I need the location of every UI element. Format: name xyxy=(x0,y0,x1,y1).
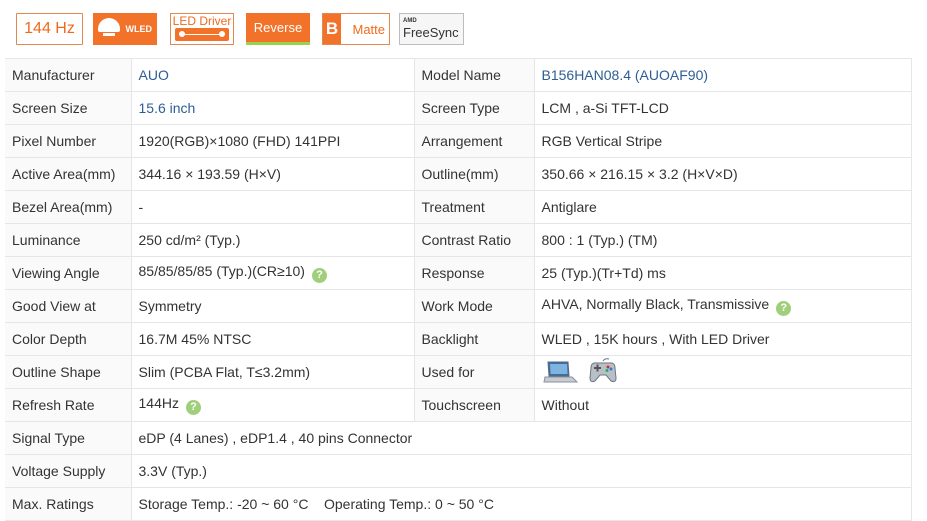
table-row: Luminance 250 cd/m² (Typ.) Contrast Rati… xyxy=(5,223,912,257)
spec-label: Color Depth xyxy=(5,322,132,356)
spec-label: Outline(mm) xyxy=(414,157,535,191)
spec-label: Response xyxy=(414,256,535,290)
table-row: Pixel Number 1920(RGB)×1080 (FHD) 141PPI… xyxy=(5,124,912,158)
spec-value: WLED , 15K hours , With LED Driver xyxy=(534,322,912,356)
table-row: Signal Type eDP (4 Lanes) , eDP1.4 , 40 … xyxy=(5,421,912,455)
table-row: Max. Ratings Storage Temp.: -20 ~ 60 °C … xyxy=(5,487,912,521)
led-driver-badge: LED Driver xyxy=(170,13,234,45)
table-row: Refresh Rate 144Hz? Touchscreen Without xyxy=(5,388,912,422)
spec-value: 1920(RGB)×1080 (FHD) 141PPI xyxy=(131,124,415,158)
spec-value: 85/85/85/85 (Typ.)(CR≥10)? xyxy=(131,256,415,290)
spec-value: eDP (4 Lanes) , eDP1.4 , 40 pins Connect… xyxy=(131,421,912,455)
screen-size-link[interactable]: 15.6 inch xyxy=(131,91,415,125)
spec-label: Outline Shape xyxy=(5,355,132,389)
spec-value: Symmetry xyxy=(131,289,415,323)
spec-value: 3.3V (Typ.) xyxy=(131,454,912,488)
spec-label: Max. Ratings xyxy=(5,487,132,521)
freesync-badge: AMD FreeSync xyxy=(399,13,464,45)
spec-value: Without xyxy=(534,388,912,422)
table-row: Good View at Symmetry Work Mode AHVA, No… xyxy=(5,289,912,323)
model-name-link[interactable]: B156HAN08.4 (AUOAF90) xyxy=(534,58,912,92)
table-row: Voltage Supply 3.3V (Typ.) xyxy=(5,454,912,488)
spec-value: Antiglare xyxy=(534,190,912,224)
spec-label: Bezel Area(mm) xyxy=(5,190,132,224)
used-for-icons xyxy=(534,355,912,389)
help-icon[interactable]: ? xyxy=(311,268,327,283)
help-icon[interactable]: ? xyxy=(776,301,792,316)
table-row: Color Depth 16.7M 45% NTSC Backlight WLE… xyxy=(5,322,912,356)
spec-value: 250 cd/m² (Typ.) xyxy=(131,223,415,257)
spec-label: Backlight xyxy=(414,322,535,356)
spec-value: 25 (Typ.)(Tr+Td) ms xyxy=(534,256,912,290)
matte-letter: B xyxy=(323,14,341,44)
spec-value: 144Hz? xyxy=(131,388,415,422)
spec-label: Viewing Angle xyxy=(5,256,132,290)
refresh-rate-badge: 144 Hz xyxy=(16,13,83,45)
spec-label: Screen Size xyxy=(5,91,132,125)
spec-table: Manufacturer AUO Model Name B156HAN08.4 … xyxy=(5,58,912,521)
spec-value: Slim (PCBA Flat, T≤3.2mm) xyxy=(131,355,415,389)
wled-badge: WLED xyxy=(93,13,157,45)
spec-label: Voltage Supply xyxy=(5,454,132,488)
spec-label: Used for xyxy=(414,355,535,389)
led-driver-icon xyxy=(175,28,229,41)
spec-value: 344.16 × 193.59 (H×V) xyxy=(131,157,415,191)
bulb-icon xyxy=(98,18,120,32)
spec-label: Arrangement xyxy=(414,124,535,158)
spec-label: Treatment xyxy=(414,190,535,224)
table-row: Outline Shape Slim (PCBA Flat, T≤3.2mm) … xyxy=(5,355,912,389)
spec-label: Manufacturer xyxy=(5,58,132,92)
spec-label: Touchscreen xyxy=(414,388,535,422)
spec-value: 350.66 × 216.15 × 3.2 (H×V×D) xyxy=(534,157,912,191)
manufacturer-link[interactable]: AUO xyxy=(131,58,415,92)
matte-badge: B Matte xyxy=(322,13,390,45)
spec-value: AHVA, Normally Black, Transmissive? xyxy=(534,289,912,323)
table-row: Active Area(mm) 344.16 × 193.59 (H×V) Ou… xyxy=(5,157,912,191)
spec-value: Storage Temp.: -20 ~ 60 °C Operating Tem… xyxy=(131,487,912,521)
spec-label: Good View at xyxy=(5,289,132,323)
reverse-badge: Reverse xyxy=(246,13,310,45)
spec-value: LCM , a-Si TFT-LCD xyxy=(534,91,912,125)
spec-label: Pixel Number xyxy=(5,124,132,158)
spec-value: 16.7M 45% NTSC xyxy=(131,322,415,356)
spec-label: Refresh Rate xyxy=(5,388,132,422)
spec-value: RGB Vertical Stripe xyxy=(534,124,912,158)
spec-label: Signal Type xyxy=(5,421,132,455)
spec-label: Active Area(mm) xyxy=(5,157,132,191)
table-row: Screen Size 15.6 inch Screen Type LCM , … xyxy=(5,91,912,125)
spec-label: Model Name xyxy=(414,58,535,92)
table-row: Viewing Angle 85/85/85/85 (Typ.)(CR≥10)?… xyxy=(5,256,912,290)
table-row: Manufacturer AUO Model Name B156HAN08.4 … xyxy=(5,58,912,92)
spec-value: 800 : 1 (Typ.) (TM) xyxy=(534,223,912,257)
spec-label: Screen Type xyxy=(414,91,535,125)
spec-label: Work Mode xyxy=(414,289,535,323)
laptop-icon[interactable] xyxy=(542,359,578,385)
spec-label: Luminance xyxy=(5,223,132,257)
spec-value: - xyxy=(131,190,415,224)
gamepad-icon[interactable] xyxy=(587,358,619,386)
spec-label: Contrast Ratio xyxy=(414,223,535,257)
table-row: Bezel Area(mm) - Treatment Antiglare xyxy=(5,190,912,224)
help-icon[interactable]: ? xyxy=(185,400,201,415)
